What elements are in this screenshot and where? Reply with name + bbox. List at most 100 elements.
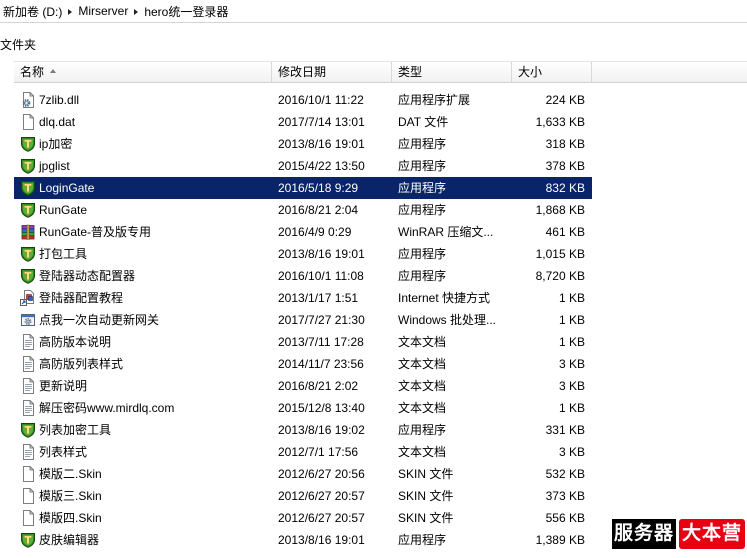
file-name-cell[interactable]: 皮肤编辑器 — [14, 529, 272, 551]
file-row[interactable]: LoginGate 2016/5/18 9:29 应用程序 832 KB — [14, 177, 592, 199]
internet-shortcut-icon[interactable] — [20, 290, 36, 306]
app-shield-icon[interactable] — [20, 136, 36, 152]
file-name-cell[interactable]: LoginGate — [14, 177, 272, 199]
file-name-cell[interactable]: ip加密 — [14, 133, 272, 155]
file-name[interactable]: RunGate — [39, 199, 87, 221]
file-name[interactable]: 模版二.Skin — [39, 463, 102, 485]
text-document-icon[interactable] — [20, 444, 36, 460]
file-name[interactable]: 更新说明 — [39, 375, 87, 397]
breadcrumb-folder-mirserver[interactable]: Mirserver — [78, 4, 128, 18]
file-name[interactable]: 列表加密工具 — [39, 419, 111, 441]
column-header-size[interactable]: 大小 — [512, 62, 592, 82]
file-row[interactable]: 7zlib.dll 2016/10/1 11:22 应用程序扩展 224 KB — [14, 89, 592, 111]
file-row[interactable]: 模版三.Skin 2012/6/27 20:57 SKIN 文件 373 KB — [14, 485, 592, 507]
text-document-icon[interactable] — [20, 334, 36, 350]
file-size: 318 KB — [545, 137, 585, 151]
file-row[interactable]: 登陆器配置教程 2013/1/17 1:51 Internet 快捷方式 1 KB — [14, 287, 592, 309]
file-name-cell[interactable]: 模版三.Skin — [14, 485, 272, 507]
winrar-archive-icon[interactable] — [20, 224, 36, 240]
document-icon[interactable] — [20, 510, 36, 526]
file-name[interactable]: RunGate-普及版专用 — [39, 221, 151, 243]
text-document-icon[interactable] — [20, 378, 36, 394]
file-size: 832 KB — [545, 181, 585, 195]
app-shield-icon[interactable] — [20, 180, 36, 196]
column-header-label: 类型 — [398, 65, 423, 79]
app-shield-icon[interactable] — [20, 202, 36, 218]
file-row[interactable]: 登陆器动态配置器 2016/10/1 11:08 应用程序 8,720 KB — [14, 265, 592, 287]
file-name[interactable]: 打包工具 — [39, 243, 87, 265]
file-row[interactable]: 更新说明 2016/8/21 2:02 文本文档 3 KB — [14, 375, 592, 397]
file-name-cell[interactable]: 解压密码www.mirdlq.com — [14, 397, 272, 419]
file-name-cell[interactable]: 高防版列表样式 — [14, 353, 272, 375]
file-row[interactable]: dlq.dat 2017/7/14 13:01 DAT 文件 1,633 KB — [14, 111, 592, 133]
file-name-cell[interactable]: 点我一次自动更新网关 — [14, 309, 272, 331]
app-shield-icon[interactable] — [20, 422, 36, 438]
file-name-cell[interactable]: 登陆器配置教程 — [14, 287, 272, 309]
file-name[interactable]: 点我一次自动更新网关 — [39, 309, 159, 331]
file-name[interactable]: 模版四.Skin — [39, 507, 102, 529]
file-name[interactable]: 列表样式 — [39, 441, 87, 463]
file-name[interactable]: 高防版列表样式 — [39, 353, 123, 375]
file-row[interactable]: jpglist 2015/4/22 13:50 应用程序 378 KB — [14, 155, 592, 177]
text-document-icon[interactable] — [20, 400, 36, 416]
breadcrumb-separator-icon[interactable] — [134, 8, 139, 15]
file-row[interactable]: 列表样式 2012/7/1 17:56 文本文档 3 KB — [14, 441, 592, 463]
file-row[interactable]: RunGate-普及版专用 2016/4/9 0:29 WinRAR 压缩文... 4… — [14, 221, 592, 243]
file-name[interactable]: 登陆器配置教程 — [39, 287, 123, 309]
file-name-cell[interactable]: 更新说明 — [14, 375, 272, 397]
file-name[interactable]: 7zlib.dll — [39, 89, 79, 111]
file-name-cell[interactable]: 7zlib.dll — [14, 89, 272, 111]
file-row[interactable]: RunGate 2016/8/21 2:04 应用程序 1,868 KB — [14, 199, 592, 221]
app-shield-icon[interactable] — [20, 246, 36, 262]
app-shield-icon[interactable] — [20, 532, 36, 548]
file-name-cell[interactable]: 打包工具 — [14, 243, 272, 265]
file-name-cell[interactable]: 列表样式 — [14, 441, 272, 463]
file-name[interactable]: 解压密码www.mirdlq.com — [39, 397, 174, 419]
document-icon[interactable] — [20, 466, 36, 482]
breadcrumb-separator-icon[interactable] — [68, 8, 73, 15]
file-name[interactable]: dlq.dat — [39, 111, 75, 133]
file-name[interactable]: 皮肤编辑器 — [39, 529, 99, 551]
file-row[interactable]: 模版四.Skin 2012/6/27 20:57 SKIN 文件 556 KB — [14, 507, 592, 529]
file-name[interactable]: jpglist — [39, 155, 70, 177]
column-header-name[interactable]: 名称 — [14, 62, 272, 82]
file-name-cell[interactable]: dlq.dat — [14, 111, 272, 133]
document-icon[interactable] — [20, 488, 36, 504]
dll-file-icon[interactable] — [20, 92, 36, 108]
breadcrumb-current-folder[interactable]: hero统一登录器 — [144, 3, 228, 20]
file-row[interactable]: 模版二.Skin 2012/6/27 20:56 SKIN 文件 532 KB — [14, 463, 592, 485]
batch-file-icon[interactable] — [20, 312, 36, 328]
file-name-cell[interactable]: 高防版本说明 — [14, 331, 272, 353]
file-row[interactable]: 点我一次自动更新网关 2017/7/27 21:30 Windows 批处理... 1… — [14, 309, 592, 331]
file-name-cell[interactable]: jpglist — [14, 155, 272, 177]
address-bar[interactable]: 新加卷 (D:) Mirserver hero统一登录器 — [0, 0, 747, 23]
file-name-cell[interactable]: 模版二.Skin — [14, 463, 272, 485]
file-row[interactable]: 高防版列表样式 2014/11/7 23:56 文本文档 3 KB — [14, 353, 592, 375]
file-name[interactable]: ip加密 — [39, 133, 72, 155]
file-row[interactable]: 皮肤编辑器 2013/8/16 19:01 应用程序 1,389 KB — [14, 529, 592, 551]
breadcrumb-drive[interactable]: 新加卷 (D:) — [3, 3, 62, 20]
file-name[interactable]: 登陆器动态配置器 — [39, 265, 135, 287]
column-header-type[interactable]: 类型 — [392, 62, 512, 82]
file-row[interactable]: 解压密码www.mirdlq.com 2015/12/8 13:40 文本文档 1 K… — [14, 397, 592, 419]
file-name[interactable]: 模版三.Skin — [39, 485, 102, 507]
file-row[interactable]: 打包工具 2013/8/16 19:01 应用程序 1,015 KB — [14, 243, 592, 265]
text-document-icon[interactable] — [20, 356, 36, 372]
file-name-cell[interactable]: 登陆器动态配置器 — [14, 265, 272, 287]
file-name-cell[interactable]: RunGate — [14, 199, 272, 221]
document-icon[interactable] — [20, 114, 36, 130]
column-header-date[interactable]: 修改日期 — [272, 62, 392, 82]
file-type: SKIN 文件 — [398, 489, 454, 503]
file-row[interactable]: 高防版本说明 2013/7/11 17:28 文本文档 1 KB — [14, 331, 592, 353]
file-name[interactable]: 高防版本说明 — [39, 331, 111, 353]
file-row[interactable]: 列表加密工具 2013/8/16 19:02 应用程序 331 KB — [14, 419, 592, 441]
folders-pane-label[interactable]: 文件夹 — [0, 37, 36, 53]
app-shield-icon[interactable] — [20, 268, 36, 284]
file-name-cell[interactable]: 模版四.Skin — [14, 507, 272, 529]
file-row[interactable]: ip加密 2013/8/16 19:01 应用程序 318 KB — [14, 133, 592, 155]
file-name-cell[interactable]: 列表加密工具 — [14, 419, 272, 441]
file-modified-date: 2012/6/27 20:57 — [278, 511, 365, 525]
file-name[interactable]: LoginGate — [39, 177, 94, 199]
file-name-cell[interactable]: RunGate-普及版专用 — [14, 221, 272, 243]
app-shield-icon[interactable] — [20, 158, 36, 174]
